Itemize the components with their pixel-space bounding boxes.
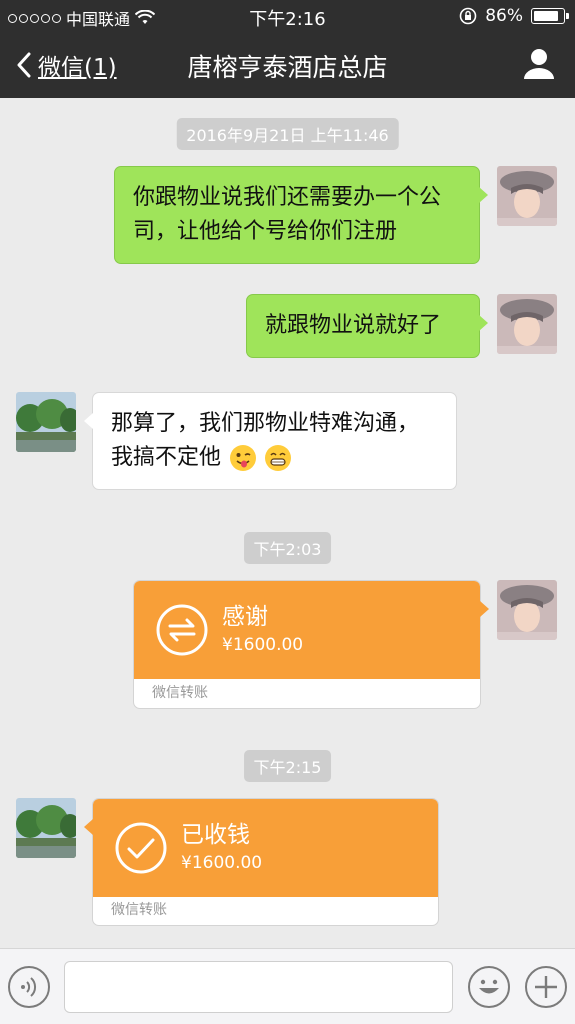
avatar-trees-image [16, 798, 76, 858]
timestamp: 下午2:03 [243, 532, 332, 564]
status-bar: 中国联通 下午2:16 86% [0, 0, 575, 32]
transfer-title: 感谢 [222, 604, 268, 630]
checkmark-icon [115, 822, 167, 874]
more-button[interactable] [525, 966, 567, 1008]
user-icon [524, 49, 554, 79]
wink-tongue-emoji-icon [230, 445, 257, 471]
transfer-amount: ¥1600.00 [222, 635, 304, 655]
transfer-footer: 微信转账 [111, 902, 167, 918]
transfer-amount: ¥1600.00 [181, 853, 263, 873]
timestamp: 下午2:15 [243, 750, 332, 782]
input-bar [0, 948, 575, 1024]
chat-area[interactable]: 2016年9月21日 上午11:46 你跟物业说我们还需要办一个公司，让他给个号… [0, 98, 575, 948]
transfer-footer: 微信转账 [152, 685, 208, 701]
battery-icon [531, 8, 569, 24]
message-input[interactable] [64, 961, 453, 1013]
avatar-contact[interactable] [16, 392, 76, 452]
avatar-contact[interactable] [16, 798, 76, 858]
emoji-icon [479, 979, 499, 994]
nav-bar: 微信(1) 唐榕亨泰酒店总店 [0, 32, 575, 98]
transfer-arrows-icon [156, 604, 208, 656]
chat-info-button[interactable] [523, 46, 555, 84]
message-text: 就跟物业说就好了 [265, 313, 442, 338]
status-right: 86% [459, 6, 569, 26]
voice-button[interactable] [8, 966, 50, 1008]
avatar-self[interactable] [497, 580, 557, 640]
message-bubble-sent[interactable]: 就跟物业说就好了 [246, 294, 488, 358]
avatar-trees-image [16, 392, 76, 452]
emoji-button[interactable] [468, 966, 510, 1008]
transfer-card-received[interactable]: 已收钱 ¥1600.00 微信转账 [84, 798, 439, 926]
rotation-lock-icon [459, 7, 477, 25]
chat-title: 唐榕亨泰酒店总店 [187, 53, 388, 82]
message-text: 你跟物业说我们还需要办一个公司，让他给个号给你们注册 [133, 185, 442, 244]
message-bubble-received[interactable]: 那算了，我们那物业特难沟通，我搞不定他 [84, 392, 457, 490]
transfer-card-sent[interactable]: 感谢 ¥1600.00 微信转账 [133, 580, 489, 709]
avatar-self[interactable] [497, 294, 557, 354]
avatar-woman-hat-image [497, 580, 557, 640]
voice-icon [21, 977, 37, 997]
avatar-self[interactable] [497, 166, 557, 226]
grin-emoji-icon [265, 445, 292, 471]
plus-icon [535, 976, 557, 998]
avatar-woman-hat-image [497, 294, 557, 354]
transfer-title: 已收钱 [181, 822, 250, 848]
transfer-card-header: 感谢 ¥1600.00 [134, 581, 480, 679]
timestamp: 2016年9月21日 上午11:46 [176, 118, 399, 150]
message-bubble-sent[interactable]: 你跟物业说我们还需要办一个公司，让他给个号给你们注册 [114, 166, 488, 264]
battery-percent: 86% [485, 6, 523, 26]
top-bar: 中国联通 下午2:16 86% 微信(1) 唐榕亨泰酒店总店 [0, 0, 575, 98]
avatar-woman-hat-image [497, 166, 557, 226]
transfer-card-header: 已收钱 ¥1600.00 [93, 799, 438, 897]
